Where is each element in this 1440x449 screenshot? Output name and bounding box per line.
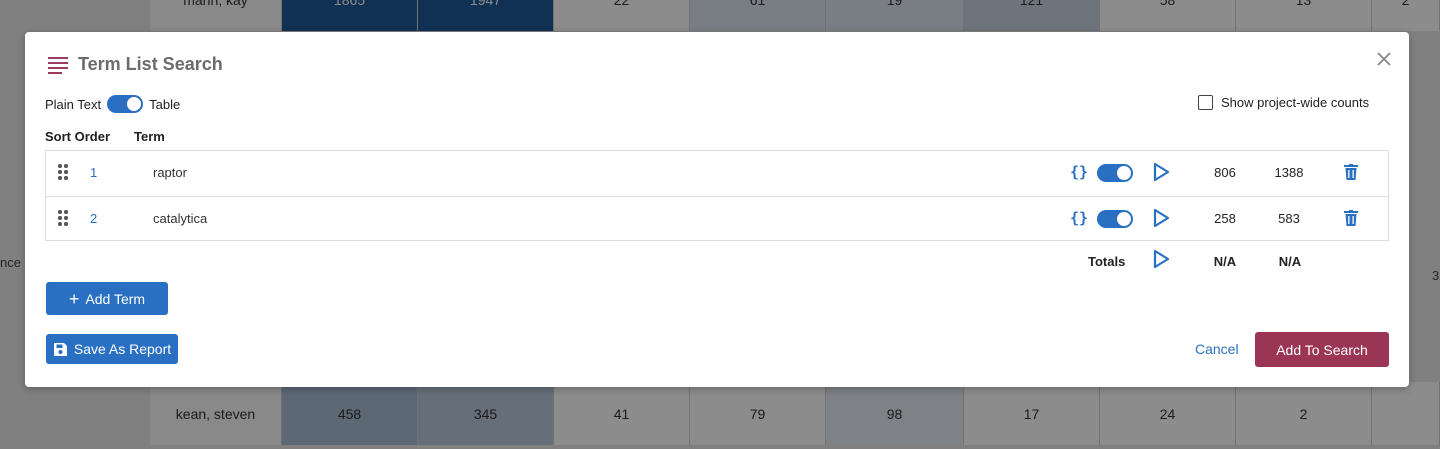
plus-icon: + <box>68 288 80 309</box>
play-icon[interactable] <box>1152 208 1170 228</box>
trash-icon[interactable] <box>1344 210 1358 226</box>
project-wide-counts-label: Show project-wide counts <box>1221 95 1370 110</box>
sort-order-header: Sort Order <box>45 129 111 144</box>
add-term-label: Add Term <box>85 290 146 307</box>
save-icon <box>53 342 67 356</box>
term-header: Term <box>134 129 165 144</box>
braces-icon[interactable]: {} <box>1070 209 1088 227</box>
term-list-search-dialog: Term List Search Plain Text Table Show p… <box>25 32 1409 387</box>
drag-handle-icon[interactable] <box>58 164 68 180</box>
totals-label: Totals <box>1088 254 1126 269</box>
totals-count-1: N/A <box>1213 254 1237 269</box>
term-value[interactable]: catalytica <box>153 211 207 226</box>
term-value[interactable]: raptor <box>153 165 187 180</box>
dialog-title: Term List Search <box>78 54 223 74</box>
dialog-header: Term List Search <box>48 54 223 75</box>
sort-order-value: 2 <box>90 211 98 226</box>
add-term-button[interactable]: + Add Term <box>46 282 168 315</box>
totals-count-2: N/A <box>1278 254 1302 269</box>
project-wide-counts-option[interactable]: Show project-wide counts <box>1198 95 1369 110</box>
term-enabled-switch[interactable] <box>1097 164 1133 182</box>
play-all-icon[interactable] <box>1152 249 1170 269</box>
count-cell: 258 <box>1214 211 1236 226</box>
table-row: 2 catalytica {} 258 583 <box>46 196 1388 242</box>
project-wide-counts-checkbox[interactable] <box>1198 95 1213 110</box>
add-to-search-button[interactable]: Add To Search <box>1255 332 1389 367</box>
term-table: 1 raptor {} 806 1388 2 catalytica {} 258… <box>45 150 1389 241</box>
save-as-report-button[interactable]: Save As Report <box>46 334 178 364</box>
play-icon[interactable] <box>1152 162 1170 182</box>
save-as-report-label: Save As Report <box>73 341 172 357</box>
sort-order-value: 1 <box>90 165 98 180</box>
table-row: 1 raptor {} 806 1388 <box>46 151 1388 196</box>
table-label: Table <box>149 96 181 112</box>
drag-handle-icon[interactable] <box>58 210 68 226</box>
count-cell: 1388 <box>1274 165 1304 180</box>
close-icon[interactable] <box>1373 48 1395 70</box>
cancel-button[interactable]: Cancel <box>1195 341 1239 357</box>
view-mode-toggle-row: Plain Text Table <box>45 95 180 113</box>
count-cell: 806 <box>1214 165 1236 180</box>
trash-icon[interactable] <box>1344 164 1358 180</box>
count-cell: 583 <box>1278 211 1300 226</box>
list-icon <box>48 56 68 74</box>
plain-text-label: Plain Text <box>45 96 102 112</box>
term-enabled-switch[interactable] <box>1097 210 1133 228</box>
braces-icon[interactable]: {} <box>1070 163 1088 181</box>
view-mode-switch[interactable] <box>107 95 144 113</box>
